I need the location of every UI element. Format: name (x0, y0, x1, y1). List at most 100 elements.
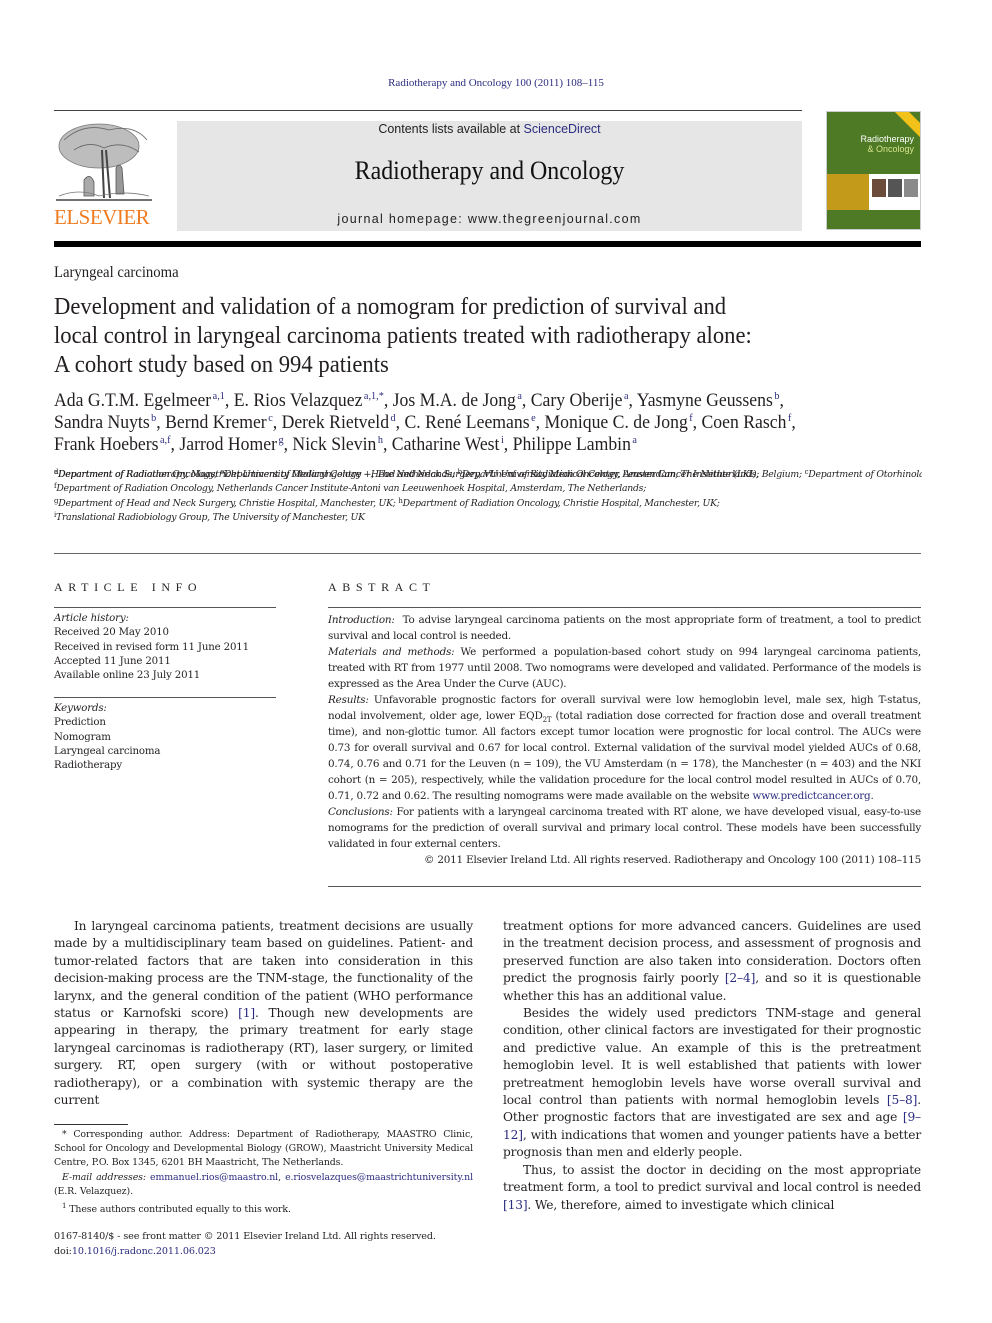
sciencedirect-link[interactable]: ScienceDirect (524, 122, 601, 136)
author-affiliation-link[interactable]: a,f (160, 434, 171, 446)
article-section-label: Laryngeal carcinoma (54, 264, 179, 281)
equal-contribution-note: 1 These authors contributed equally to t… (62, 1202, 291, 1216)
author-list: Ada G.T.M. Egelmeer a,1, E. Rios Velazqu… (54, 390, 891, 456)
title-line: local control in laryngeal carcinoma pat… (54, 322, 752, 349)
history-item: Accepted 11 June 2011 (54, 655, 171, 667)
cover-portrait (888, 179, 902, 197)
doi-link[interactable]: 10.1016/j.radonc.2011.06.023 (72, 1246, 216, 1257)
article-info-rule (54, 607, 276, 608)
corresponding-author-note: * Corresponding author. Address: Departm… (54, 1129, 473, 1169)
author-name: Nick Slevin (292, 434, 377, 455)
history-item: Available online 23 July 2011 (54, 670, 201, 682)
author-name: C. René Leemans (404, 412, 530, 433)
author-affiliation-link[interactable]: a,1 (213, 390, 225, 402)
body-paragraph: In laryngeal carcinoma patients, treatme… (54, 919, 473, 1108)
abstract-heading: ABSTRACT (328, 580, 436, 594)
abstract-introduction: Introduction: To advise laryngeal carcin… (328, 614, 921, 642)
email-link[interactable]: e.riosvelazques@maastrichtuniversity.nl (285, 1172, 473, 1183)
body-column-left: In laryngeal carcinoma patients, treatme… (54, 918, 473, 1109)
top-rule (54, 110, 802, 111)
history-item: Received in revised form 11 June 2011 (54, 641, 249, 653)
author-affiliation-link[interactable]: b (151, 412, 156, 424)
citation-link[interactable]: [5–8] (887, 1093, 918, 1107)
email-link[interactable]: emmanuel.rios@maastro.nl (150, 1172, 278, 1183)
author-affiliation-link[interactable]: b (774, 390, 779, 402)
author-affiliation-link[interactable]: d (391, 412, 396, 424)
journal-homepage-link[interactable]: www.thegreenjournal.com (468, 212, 642, 226)
author-affiliation-link[interactable]: a (517, 390, 522, 402)
abstract-rule (328, 607, 921, 608)
author-affiliation-link[interactable]: a (624, 390, 629, 402)
author-affiliation-link[interactable]: f (689, 412, 692, 424)
journal-masthead: Contents lists available at ScienceDirec… (177, 121, 802, 231)
author-name: Derek Rietveld (281, 412, 390, 433)
keywords: Keywords: Prediction Nomogram Laryngeal … (54, 702, 160, 773)
doi-line: doi:10.1016/j.radonc.2011.06.023 (54, 1245, 216, 1257)
article-history: Article history: Received 20 May 2010 Re… (54, 612, 249, 683)
affiliation-line: fDepartment of Radiation Oncology, Nethe… (54, 482, 647, 495)
keyword: Radiotherapy (54, 760, 122, 772)
affiliation: Department of Head and Neck Surgery, Chr… (58, 497, 396, 509)
article-title: Development and validation of a nomogram… (54, 292, 868, 379)
article-info-heading: ARTICLE INFO (54, 580, 203, 594)
author-affiliation-link[interactable]: i (501, 434, 504, 446)
elsevier-wordmark: ELSEVIER (54, 205, 150, 229)
citation-link[interactable]: [1] (238, 1006, 255, 1020)
cover-portrait (872, 179, 886, 197)
affiliation: Translational Radiobiology Group, The Un… (56, 512, 365, 524)
cover-portrait (904, 179, 918, 197)
citation-link[interactable]: [2–4] (725, 971, 756, 985)
cover-title: Radiotherapy & Oncology (860, 134, 914, 154)
contents-prefix: Contents lists available at (378, 122, 524, 136)
affiliation: Department of Radiation Oncology, Christ… (402, 497, 720, 509)
author-name: Ada G.T.M. Egelmeer (54, 390, 212, 411)
affiliation: Department of Radiation Oncology, Nether… (56, 483, 647, 495)
journal-name: Radiotherapy and Oncology (354, 156, 625, 185)
author-name: Jarrod Homer (179, 434, 277, 455)
author-name: Philippe Lambin (512, 434, 631, 455)
keyword: Laryngeal carcinoma (54, 745, 161, 757)
email-note: E-mail addresses: emmanuel.rios@maastro.… (54, 1171, 473, 1197)
abstract-copyright: © 2011 Elsevier Ireland Ltd. All rights … (424, 854, 921, 866)
title-line: Development and validation of a nomogram… (54, 293, 727, 320)
abstract-methods: Materials and methods: We performed a po… (328, 646, 921, 690)
affiliation: Department of Radiation Oncology; (58, 469, 218, 481)
author-line: Ada G.T.M. Egelmeer a,1, E. Rios Velazqu… (54, 390, 784, 411)
journal-homepage-line: journal homepage: www.thegreenjournal.co… (177, 212, 802, 226)
predictcancer-link[interactable]: www.predictcancer.org (753, 790, 871, 802)
citation-link[interactable]: [13] (503, 1198, 528, 1212)
body-paragraph: treatment options for more advanced canc… (503, 919, 921, 1003)
author-affiliation-link[interactable]: c (268, 412, 273, 424)
body-paragraph: Thus, to assist the doctor in deciding o… (503, 1162, 921, 1212)
author-name: Frank Hoebers (54, 434, 159, 455)
author-affiliation-link[interactable]: e (531, 412, 536, 424)
author-name: Catharine West (391, 434, 500, 455)
affiliations: aDepartment of Radiotherapy, Maastricht … (54, 468, 922, 526)
author-line: Frank Hoebers a,f, Jarrod Homer g, Nick … (54, 434, 637, 455)
issn-line: 0167-8140/$ - see front matter © 2011 El… (54, 1231, 436, 1242)
history-item: Received 20 May 2010 (54, 627, 169, 639)
affiliation: Department of Otolaryngology – Head and … (224, 469, 759, 481)
keyword: Prediction (54, 717, 106, 729)
article-history-label: Article history: (54, 613, 129, 624)
header-divider (54, 553, 921, 554)
masthead-thick-rule (54, 241, 921, 247)
author-name: Monique C. de Jong (544, 412, 688, 433)
homepage-prefix: journal homepage: (337, 212, 468, 226)
author-name: Sandra Nuyts (54, 412, 150, 433)
footnotes: * Corresponding author. Address: Departm… (54, 1128, 473, 1217)
author-name: Cary Oberije (530, 390, 623, 411)
journal-cover-image[interactable]: Radiotherapy & Oncology (826, 111, 921, 230)
affiliation: Department of Otorhinolaryngology – Head… (808, 469, 922, 480)
cover-band (827, 174, 869, 210)
issn-doi-block: 0167-8140/$ - see front matter © 2011 El… (54, 1230, 494, 1259)
author-affiliation-link[interactable]: a,1,* (364, 390, 384, 402)
author-affiliation-link[interactable]: h (378, 434, 383, 446)
author-affiliation-link[interactable]: g (278, 434, 283, 446)
elsevier-logo[interactable]: ELSEVIER (54, 120, 154, 232)
author-affiliation-link[interactable]: f (788, 412, 791, 424)
abstract-body: Introduction: To advise laryngeal carcin… (328, 612, 921, 868)
author-line: Sandra Nuyts b, Bernd Kremer c, Derek Ri… (54, 412, 796, 433)
running-head-journal-citation[interactable]: Radiotherapy and Oncology 100 (2011) 108… (0, 77, 992, 89)
author-affiliation-link[interactable]: a (632, 434, 637, 446)
